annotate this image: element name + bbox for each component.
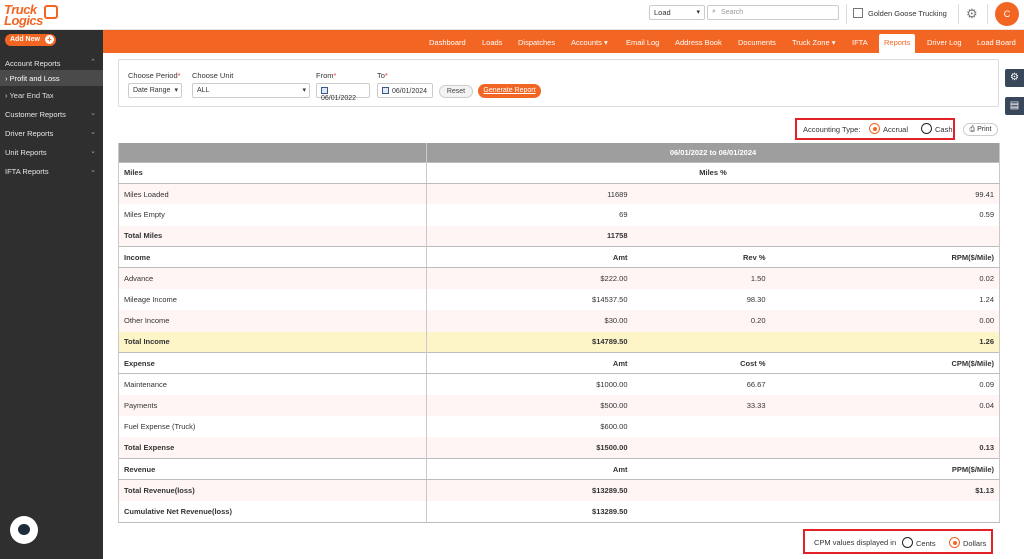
truck-icon [44, 5, 58, 19]
sidebar-item-year-end-tax[interactable]: › Year End Tax [0, 87, 103, 103]
from-date-input[interactable]: 06/01/2022 [316, 83, 370, 102]
reset-button[interactable]: Reset [439, 85, 473, 98]
divider [987, 4, 988, 24]
miles-section-header: Miles Miles % [118, 161, 1001, 184]
chevron-down-icon: ⌄ [90, 129, 96, 136]
nav-load-board[interactable]: Load Board [977, 38, 1016, 47]
accounting-type-selector: Accounting Type: Accrual Cash [795, 118, 955, 140]
chat-widget-button[interactable] [10, 516, 38, 544]
cpm-display-selector: CPM values displayed in Cents Dollars [803, 529, 993, 554]
add-new-button[interactable]: Add New + [5, 34, 56, 46]
nav-email-log[interactable]: Email Log [626, 38, 659, 47]
settings-rail-button[interactable]: ⚙ [1005, 69, 1024, 87]
table-row: Miles Empty 69 0.59 [118, 204, 1001, 226]
nav-loads[interactable]: Loads [482, 38, 502, 47]
chevron-down-icon: ▾ [174, 87, 178, 94]
search-icon: ⌕ [712, 8, 716, 15]
cents-radio[interactable] [902, 537, 913, 548]
sidebar-item-driver-reports[interactable]: Driver Reports ⌄ [0, 124, 103, 142]
table-header-row: 06/01/2022 to 06/01/2024 [118, 143, 1001, 162]
period-select[interactable]: Date Range ▾ [128, 83, 182, 98]
nav-dashboard[interactable]: Dashboard [429, 38, 466, 47]
sidebar-item-ifta-reports[interactable]: IFTA Reports ⌄ [0, 162, 103, 180]
chevron-down-icon: ▾ [696, 9, 700, 16]
table-row: Miles Loaded 11689 99.41 [118, 183, 1001, 205]
cumulative-revenue-row: Cumulative Net Revenue(loss) $13289.50 [118, 501, 1001, 523]
nav-reports[interactable]: Reports [879, 34, 916, 53]
print-button[interactable]: ⎙ Print [963, 123, 998, 136]
expense-section-header: Expense Amt Cost % CPM($/Mile) [118, 352, 1001, 375]
period-header: 06/01/2022 to 06/01/2024 [425, 143, 1001, 162]
dollars-radio[interactable] [949, 537, 960, 548]
sidebar-item-customer-reports[interactable]: Customer Reports ⌄ [0, 105, 103, 123]
from-label: From* [316, 71, 337, 80]
table-row: Mileage Income $14537.50 98.30 1.24 [118, 289, 1001, 311]
unit-select[interactable]: ALL ▾ [192, 83, 310, 98]
table-row: Maintenance $1000.00 66.67 0.09 [118, 373, 1001, 396]
miles-total-row: Total Miles 11758 [118, 225, 1001, 247]
chevron-down-icon: ⌄ [90, 167, 96, 174]
printer-icon: ⎙ [969, 126, 976, 133]
top-bar: Truck Logics Load ▾ ⌕ Search Golden Goos… [0, 0, 1024, 30]
sidebar-item-profit-and-loss[interactable]: › Profit and Loss [0, 70, 103, 86]
main-nav: Dashboard Loads Dispatches Accounts ▾ Em… [103, 30, 1024, 53]
chevron-up-icon: ⌃ [90, 59, 96, 66]
table-row: Other Income $30.00 0.20 0.00 [118, 310, 1001, 332]
divider [958, 4, 959, 24]
divider [846, 4, 847, 24]
dollars-label: Dollars [963, 539, 987, 548]
search-type-select[interactable]: Load ▾ [649, 5, 705, 20]
nav-driver-log[interactable]: Driver Log [927, 38, 962, 47]
table-row: Advance $222.00 1.50 0.02 [118, 267, 1001, 290]
accrual-radio[interactable] [869, 123, 880, 134]
nav-documents[interactable]: Documents [738, 38, 776, 47]
company-switcher[interactable]: Golden Goose Trucking [853, 8, 947, 18]
profit-loss-table: 06/01/2022 to 06/01/2024 Miles Miles % M… [118, 143, 1001, 523]
notes-rail-button[interactable]: ▤ [1005, 97, 1024, 115]
document-icon: ▤ [1009, 100, 1020, 111]
chevron-down-icon: ▾ [831, 38, 836, 47]
calendar-icon [321, 87, 328, 94]
income-total-row: Total Income $14789.50 1.26 [118, 331, 1001, 353]
logo-text-line2: Logics [4, 13, 43, 28]
chevron-down-icon: ⌄ [90, 148, 96, 155]
to-label: To* [377, 71, 388, 80]
expense-total-row: Total Expense $1500.00 0.13 [118, 437, 1001, 459]
chat-icon [18, 524, 30, 535]
to-date-input[interactable]: 06/01/2024 [377, 83, 433, 98]
nav-ifta[interactable]: IFTA [852, 38, 868, 47]
truck-logics-logo[interactable]: Truck Logics [4, 2, 58, 28]
sidebar-item-unit-reports[interactable]: Unit Reports ⌄ [0, 143, 103, 161]
chevron-down-icon: ▾ [302, 87, 306, 94]
nav-dispatches[interactable]: Dispatches [518, 38, 555, 47]
chevron-down-icon: ▾ [603, 38, 608, 47]
report-filter-panel: Choose Period* Date Range ▾ Choose Unit … [118, 59, 999, 107]
global-search-input[interactable]: ⌕ Search [707, 5, 839, 20]
plus-icon: + [45, 35, 54, 44]
gear-icon[interactable]: ⚙ [966, 6, 978, 22]
income-section-header: Income Amt Rev % RPM($/Mile) [118, 246, 1001, 269]
chevron-down-icon: ⌄ [90, 110, 96, 117]
table-row: Payments $500.00 33.33 0.04 [118, 395, 1001, 417]
building-icon [853, 8, 863, 18]
revenue-section-header: Revenue Amt PPM($/Mile) [118, 458, 1001, 481]
nav-accounts[interactable]: Accounts ▾ [571, 38, 608, 47]
revenue-total-row: Total Revenue(loss) $13289.50 $1.13 [118, 479, 1001, 501]
accrual-label: Accrual [883, 125, 909, 134]
gear-icon: ⚙ [1010, 72, 1019, 83]
period-label: Choose Period* [128, 71, 181, 80]
cash-radio[interactable] [921, 123, 932, 134]
nav-truck-zone[interactable]: Truck Zone ▾ [792, 38, 836, 47]
table-row: Fuel Expense (Truck) $600.00 [118, 416, 1001, 438]
cash-label: Cash [935, 125, 953, 134]
generate-report-button[interactable]: Generate Report [478, 84, 541, 98]
calendar-icon [382, 87, 389, 94]
user-avatar[interactable]: C [995, 2, 1019, 26]
nav-address-book[interactable]: Address Book [675, 38, 722, 47]
cents-label: Cents [916, 539, 936, 548]
sidebar: Add New + Account Reports ⌃ › Profit and … [0, 30, 103, 559]
unit-label: Choose Unit [192, 71, 234, 80]
